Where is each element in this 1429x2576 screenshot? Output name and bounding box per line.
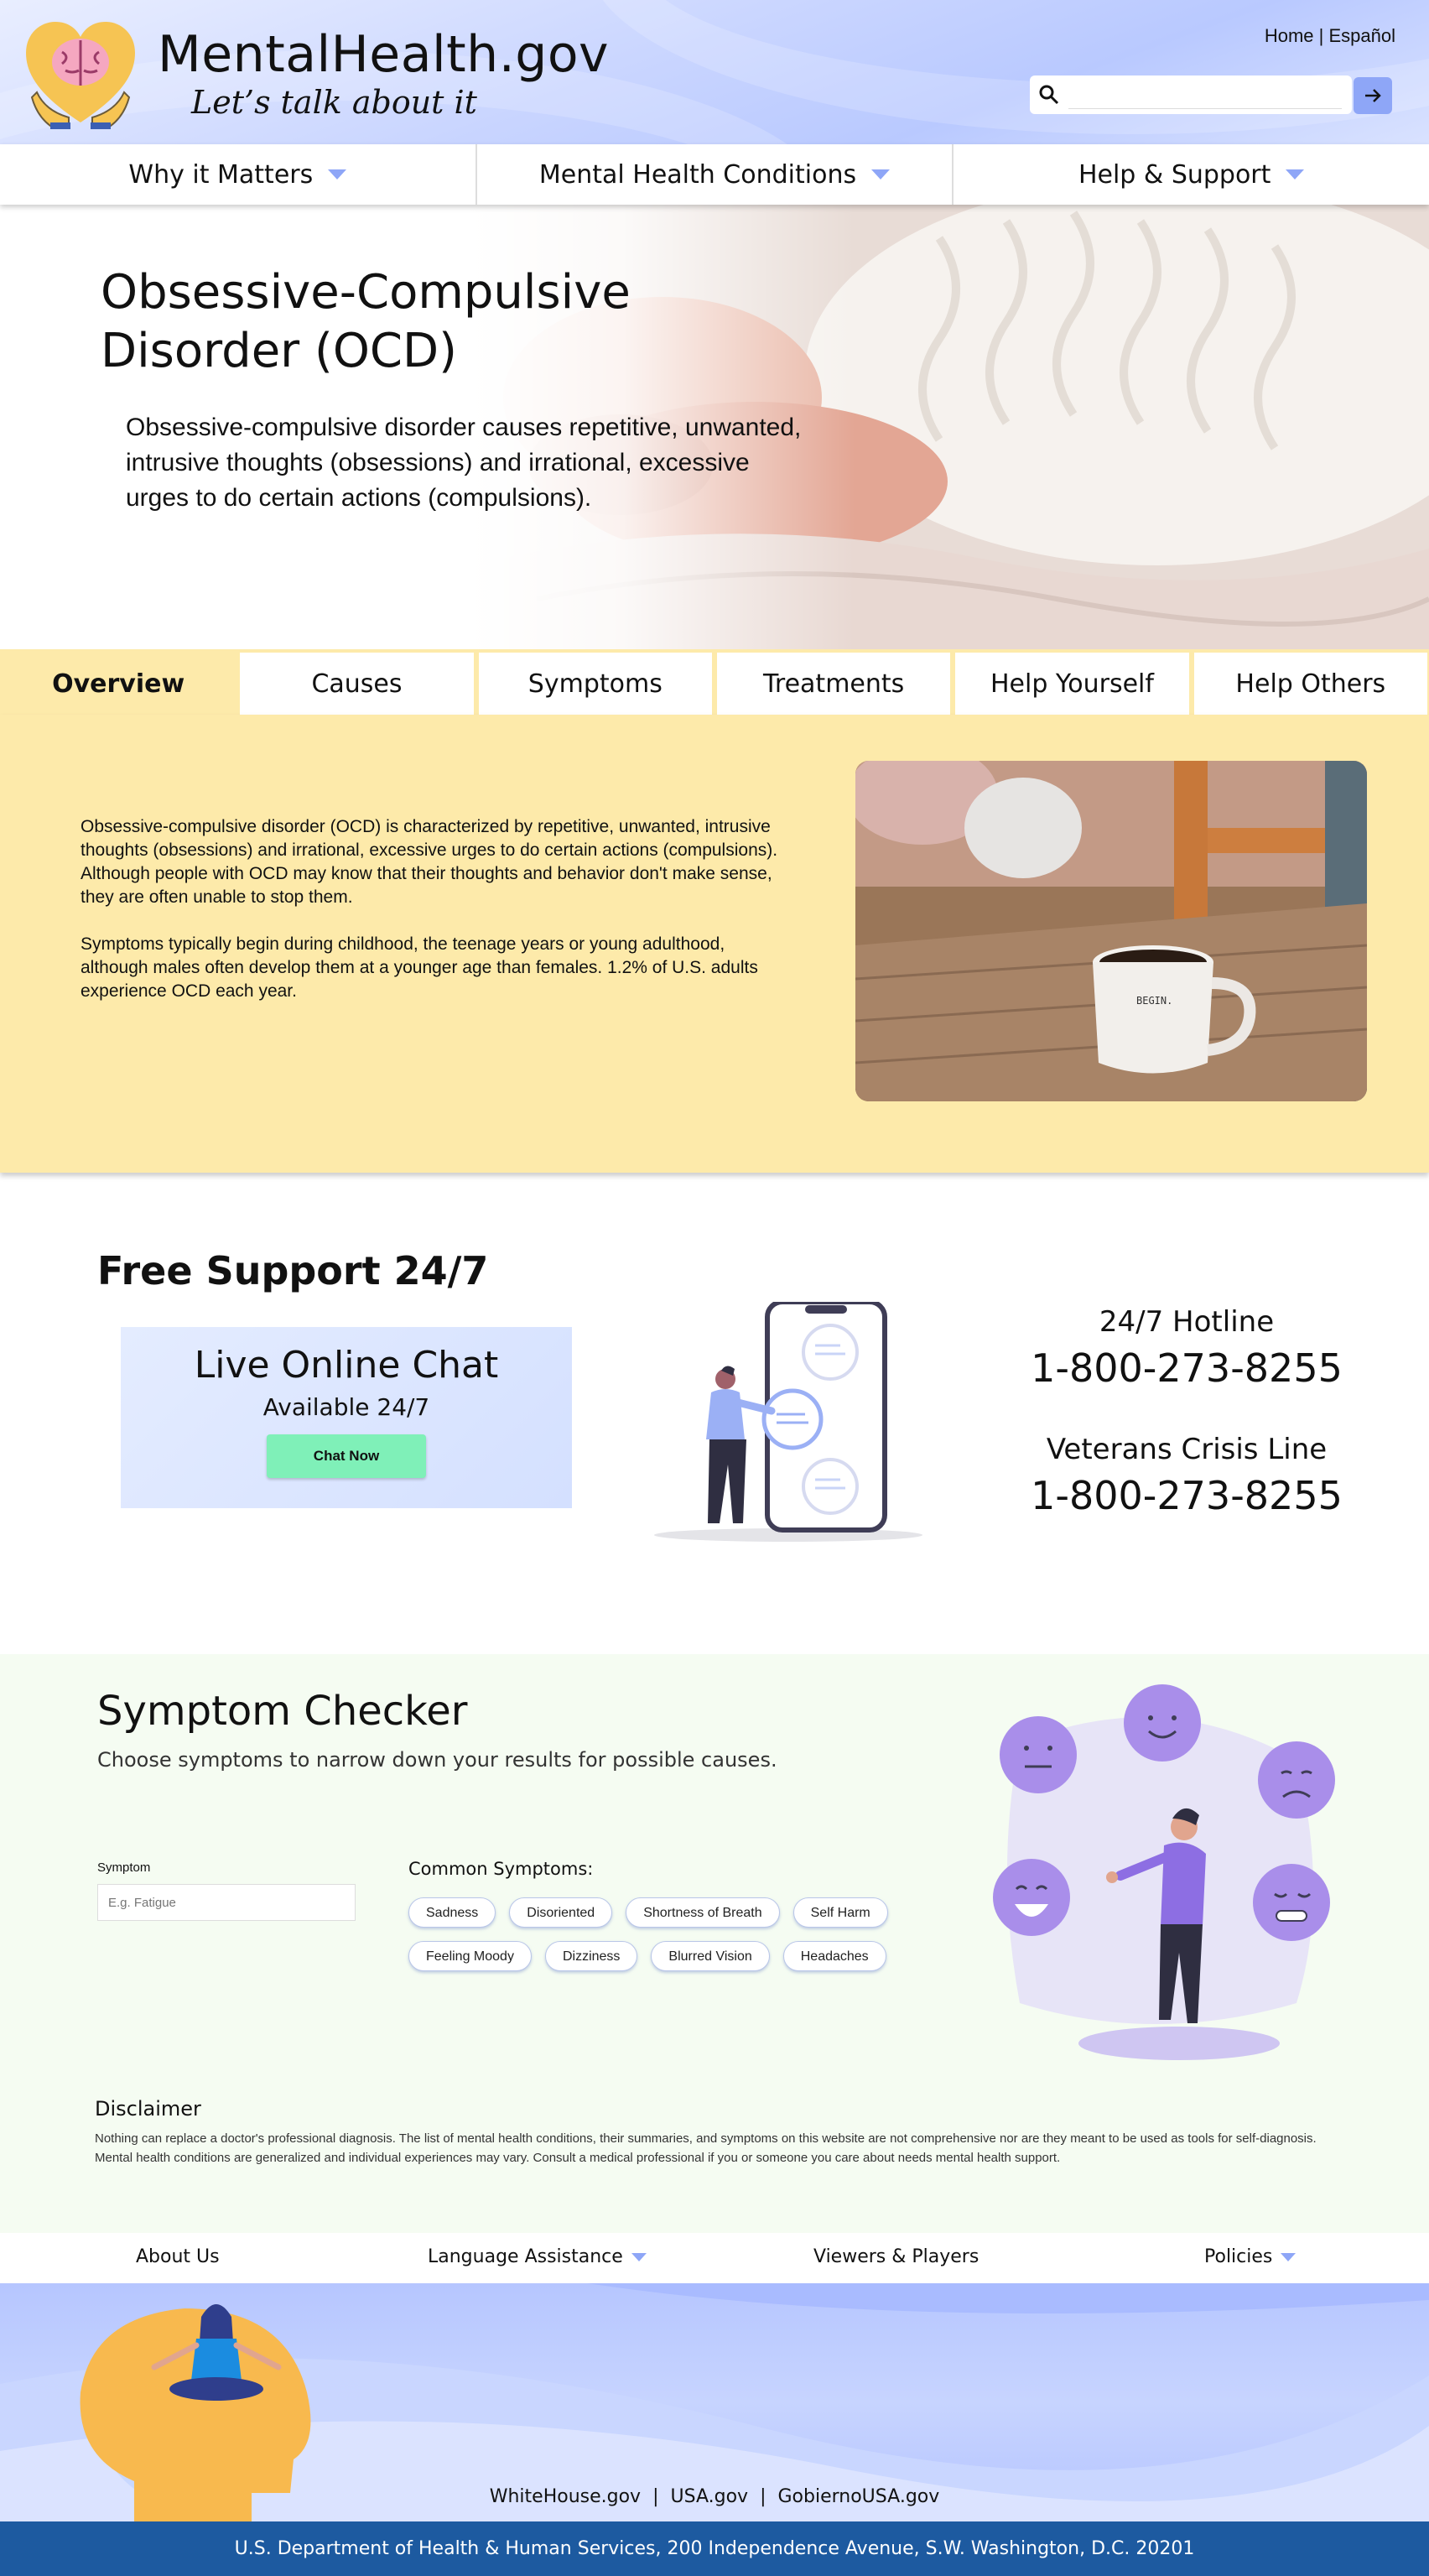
- neutral-face-icon: [1000, 1716, 1077, 1793]
- main-nav: Why it Matters Mental Health Conditions …: [0, 144, 1429, 205]
- happy-face-icon: [993, 1859, 1070, 1936]
- search-box: [1030, 75, 1352, 114]
- chevron-down-icon: [631, 2253, 647, 2261]
- hotline-label: 24/7 Hotline: [1099, 1305, 1275, 1339]
- symptom-chips: Sadness Disoriented Shortness of Breath …: [408, 1897, 928, 1971]
- condition-tabs: Overview Causes Symptoms Treatments Help…: [0, 649, 1429, 715]
- chevron-down-icon: [328, 169, 347, 180]
- footer-link-separator: |: [760, 2486, 766, 2507]
- coffee-mug-image: BEGIN.: [855, 761, 1367, 1101]
- checker-title: Symptom Checker: [97, 1688, 468, 1735]
- overview-text: Obsessive-compulsive disorder (OCD) is c…: [81, 815, 785, 1027]
- home-link[interactable]: Home: [1265, 25, 1314, 46]
- symptom-checker-section: Symptom Checker Choose symptoms to narro…: [0, 1654, 1429, 2233]
- tab-symptoms[interactable]: Symptoms: [478, 653, 712, 715]
- chat-title: Live Online Chat: [194, 1344, 499, 1387]
- nav-item-why-it-matters[interactable]: Why it Matters: [0, 144, 477, 205]
- arrow-right-icon: [1365, 89, 1381, 102]
- hotline-number[interactable]: 1-800-273-8255: [981, 1345, 1392, 1391]
- support-title: Free Support 24/7: [97, 1248, 489, 1293]
- sad-face-icon: [1258, 1741, 1335, 1819]
- footer-nav-label: Language Assistance: [428, 2246, 623, 2267]
- site-brand[interactable]: MentalHealth.gov: [158, 25, 609, 84]
- nav-item-label: Help & Support: [1078, 159, 1271, 190]
- tab-treatments[interactable]: Treatments: [716, 653, 951, 715]
- emotions-illustration: [993, 1684, 1335, 2060]
- smile-face-icon: [1124, 1684, 1201, 1762]
- page: MentalHealth.gov Let’s talk about it Hom…: [0, 0, 1429, 2576]
- nav-item-help-support[interactable]: Help & Support: [954, 144, 1429, 205]
- nav-item-label: Mental Health Conditions: [538, 159, 857, 190]
- usa-gov-link[interactable]: USA.gov: [671, 2486, 749, 2507]
- symptom-chip[interactable]: Feeling Moody: [408, 1941, 532, 1971]
- overview-panel: Obsessive-compulsive disorder (OCD) is c…: [0, 715, 1429, 1173]
- search-icon: [1039, 85, 1059, 105]
- phone-chat-illustration: [654, 1302, 922, 1542]
- search-input[interactable]: [1068, 81, 1342, 109]
- top-links-separator: |: [1313, 25, 1329, 46]
- veterans-number[interactable]: 1-800-273-8255: [981, 1473, 1392, 1518]
- top-links: Home | Español: [1265, 25, 1395, 47]
- tab-help-others[interactable]: Help Others: [1193, 653, 1427, 715]
- symptom-chip[interactable]: Disoriented: [509, 1897, 613, 1928]
- footer-policies[interactable]: Policies: [1204, 2246, 1296, 2267]
- site-header: MentalHealth.gov Let’s talk about it Hom…: [0, 0, 1429, 144]
- symptom-input[interactable]: [97, 1884, 356, 1921]
- gobiernousa-link[interactable]: GobiernoUSA.gov: [778, 2486, 940, 2507]
- disclaimer-title: Disclaimer: [95, 2097, 201, 2121]
- tab-overview[interactable]: Overview: [2, 653, 236, 715]
- chevron-down-icon: [1286, 169, 1305, 180]
- symptom-chip[interactable]: Self Harm: [792, 1897, 888, 1928]
- footer-address-bar: U.S. Department of Health & Human Servic…: [0, 2521, 1429, 2576]
- whitehouse-link[interactable]: WhiteHouse.gov: [490, 2486, 641, 2507]
- footer-nav: About Us Language Assistance Viewers & P…: [0, 2233, 1429, 2283]
- overview-paragraph: Obsessive-compulsive disorder (OCD) is c…: [81, 817, 778, 907]
- footer-language-assistance[interactable]: Language Assistance: [428, 2246, 647, 2267]
- upset-face-icon: [1253, 1864, 1330, 1941]
- footer-nav-label: Policies: [1204, 2246, 1273, 2267]
- brain-heart-logo-icon[interactable]: [22, 15, 139, 133]
- mug-text: BEGIN.: [1136, 995, 1172, 1007]
- footer-gov-links: WhiteHouse.gov | USA.gov | GobiernoUSA.g…: [0, 2486, 1429, 2507]
- symptom-chip[interactable]: Sadness: [408, 1897, 496, 1928]
- symptom-chip[interactable]: Blurred Vision: [651, 1941, 770, 1971]
- hero-description: Obsessive-compulsive disorder causes rep…: [126, 414, 802, 512]
- tab-help-yourself[interactable]: Help Yourself: [955, 653, 1189, 715]
- hotline-block: 24/7 Hotline 1-800-273-8255 Veterans Cri…: [981, 1305, 1392, 1518]
- symptom-chip[interactable]: Headaches: [782, 1941, 886, 1971]
- footer-viewers-players-link[interactable]: Viewers & Players: [813, 2246, 979, 2267]
- site-tagline: Let’s talk about it: [191, 84, 477, 121]
- chevron-down-icon: [1281, 2253, 1296, 2261]
- chevron-down-icon: [871, 169, 891, 180]
- espanol-link[interactable]: Español: [1328, 25, 1395, 46]
- hero-section: Obsessive-Compulsive Disorder (OCD) Obse…: [0, 205, 1429, 649]
- search-submit-button[interactable]: [1354, 77, 1392, 114]
- nav-item-label: Why it Matters: [128, 159, 314, 190]
- common-symptoms-title: Common Symptoms:: [408, 1859, 594, 1879]
- overview-paragraph: Symptoms typically begin during childhoo…: [81, 934, 758, 1001]
- footer-about-us-link[interactable]: About Us: [136, 2246, 220, 2267]
- symptom-chip[interactable]: Shortness of Breath: [626, 1897, 780, 1928]
- symptom-chip[interactable]: Dizziness: [544, 1941, 638, 1971]
- live-chat-card: Live Online Chat Available 24/7 Chat Now: [121, 1327, 572, 1508]
- nav-item-mental-health-conditions[interactable]: Mental Health Conditions: [477, 144, 954, 205]
- page-title: Obsessive-Compulsive Disorder (OCD): [101, 265, 631, 378]
- chat-now-button[interactable]: Chat Now: [267, 1434, 426, 1478]
- disclaimer-text: Nothing can replace a doctor's professio…: [95, 2131, 1317, 2165]
- symptom-label: Symptom: [97, 1860, 151, 1875]
- footer-link-separator: |: [652, 2486, 659, 2507]
- chat-subtitle: Available 24/7: [262, 1393, 430, 1421]
- tab-causes[interactable]: Causes: [240, 653, 474, 715]
- veterans-label: Veterans Crisis Line: [1046, 1433, 1328, 1466]
- checker-subtitle: Choose symptoms to narrow down your resu…: [97, 1748, 777, 1772]
